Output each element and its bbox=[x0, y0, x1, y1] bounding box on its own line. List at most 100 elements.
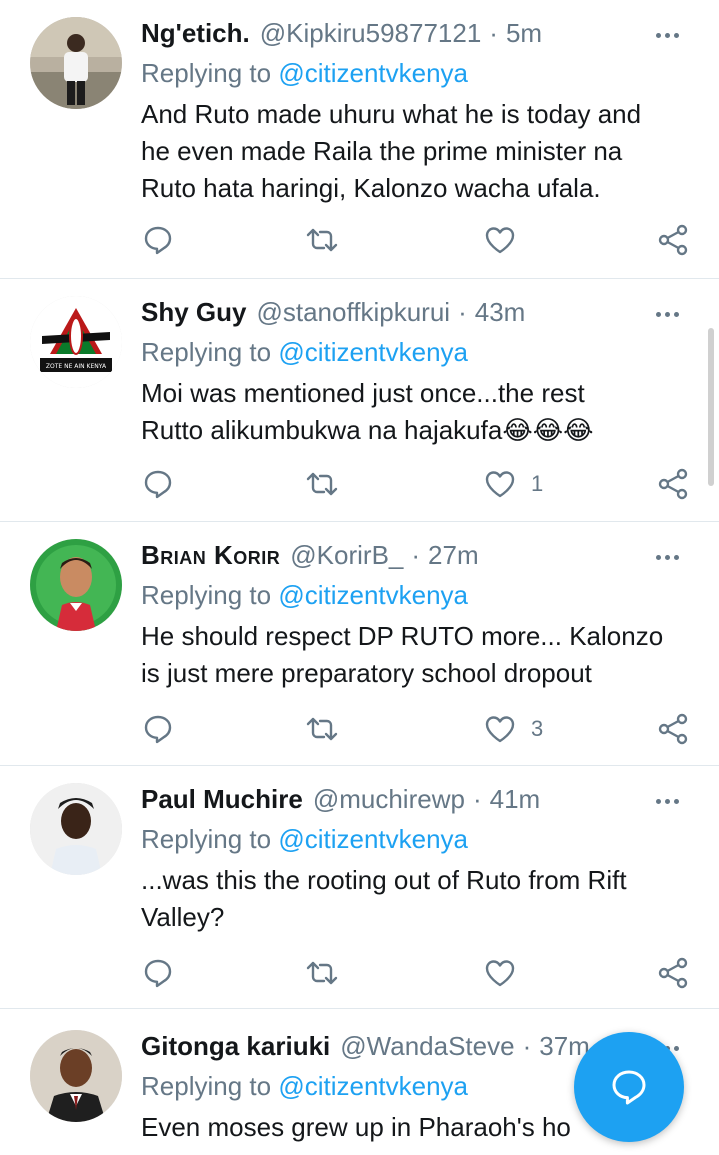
heart-icon bbox=[485, 716, 515, 743]
tweet-text: ...was this the rooting out of Ruto from… bbox=[141, 862, 699, 936]
reply-icon bbox=[144, 470, 172, 499]
replying-to-label: Replying to bbox=[141, 337, 272, 367]
like-button[interactable]: 3 bbox=[483, 709, 543, 749]
like-count: 3 bbox=[531, 716, 544, 741]
replying-to-link[interactable]: @citizentvkenya bbox=[278, 1071, 468, 1101]
reply-feed: Ng'etich. @Kipkiru59877121 · 5m Replying… bbox=[0, 0, 719, 1155]
avatar[interactable]: ZOTE NE AIN KENYA bbox=[30, 296, 122, 388]
heart-icon bbox=[485, 960, 515, 987]
display-name[interactable]: Paul Muchire bbox=[141, 782, 303, 816]
avatar[interactable] bbox=[30, 783, 122, 875]
reply-button[interactable] bbox=[141, 220, 189, 260]
tweet-text-line: Ruto hata haringi, Kalonzo wacha ufala. bbox=[141, 173, 601, 203]
timestamp[interactable]: 43m bbox=[475, 295, 526, 329]
like-button[interactable]: 1 bbox=[483, 464, 543, 504]
timestamp[interactable]: 41m bbox=[490, 782, 541, 816]
replying-to-label: Replying to bbox=[141, 1071, 272, 1101]
tweet-actions: 1 bbox=[141, 464, 701, 504]
share-button[interactable] bbox=[656, 709, 690, 749]
separator-dot: · bbox=[411, 540, 421, 570]
like-count: 1 bbox=[531, 471, 544, 496]
user-handle[interactable]: @stanoffkipkurui bbox=[256, 295, 450, 329]
tweet-text: Moi was mentioned just once...the rest R… bbox=[141, 375, 699, 449]
more-icon[interactable] bbox=[647, 786, 687, 816]
replying-to-link[interactable]: @citizentvkenya bbox=[278, 58, 468, 88]
retweet-button[interactable] bbox=[305, 709, 353, 749]
reply-button[interactable] bbox=[141, 464, 189, 504]
retweet-icon bbox=[306, 472, 338, 496]
share-icon bbox=[658, 468, 688, 500]
heart-icon bbox=[485, 227, 515, 254]
separator-dot: · bbox=[522, 1031, 532, 1061]
reply-icon bbox=[144, 226, 172, 255]
scrollbar[interactable] bbox=[708, 328, 714, 486]
user-handle[interactable]: @WandaSteve bbox=[340, 1029, 514, 1063]
retweet-button[interactable] bbox=[305, 953, 353, 993]
tweet-header: Paul Muchire @muchirewp · 41m bbox=[141, 782, 699, 822]
tweet-header: Shy Guy @stanoffkipkurui · 43m bbox=[141, 295, 699, 335]
more-icon[interactable] bbox=[647, 20, 687, 50]
share-button[interactable] bbox=[656, 220, 690, 260]
replying-to-link[interactable]: @citizentvkenya bbox=[278, 580, 468, 610]
display-name[interactable]: Brian Korir bbox=[141, 538, 280, 572]
tweet-text-line: Valley? bbox=[141, 902, 225, 932]
timestamp[interactable]: 27m bbox=[428, 538, 479, 572]
replying-to-label: Replying to bbox=[141, 58, 272, 88]
tweet[interactable]: Ng'etich. @Kipkiru59877121 · 5m Replying… bbox=[0, 0, 719, 279]
like-button[interactable] bbox=[483, 220, 531, 260]
tweet-header: Ng'etich. @Kipkiru59877121 · 5m bbox=[141, 16, 699, 56]
tweet-text: And Ruto made uhuru what he is today and… bbox=[141, 96, 699, 207]
user-handle[interactable]: @KorirB_ bbox=[290, 538, 403, 572]
tweet[interactable]: Paul Muchire @muchirewp · 41m Replying t… bbox=[0, 766, 719, 1009]
like-button[interactable] bbox=[483, 953, 531, 993]
display-name[interactable]: Ng'etich. bbox=[141, 16, 250, 50]
tweet-text-line: He should respect DP RUTO more... Kalonz… bbox=[141, 621, 664, 651]
share-icon bbox=[658, 224, 688, 256]
replying-to: Replying to @citizentvkenya bbox=[141, 822, 699, 862]
compose-reply-button[interactable] bbox=[574, 1032, 684, 1142]
tweet-text-line: is just mere preparatory school dropout bbox=[141, 658, 592, 688]
replying-to-link[interactable]: @citizentvkenya bbox=[278, 824, 468, 854]
tweet-header: Brian Korir @KorirB_ · 27m bbox=[141, 538, 699, 578]
reply-icon bbox=[144, 715, 172, 744]
share-icon bbox=[658, 957, 688, 989]
tweet[interactable]: Brian Korir @KorirB_ · 27m Replying to @… bbox=[0, 522, 719, 766]
share-button[interactable] bbox=[656, 953, 690, 993]
tweet-text-line: ...was this the rooting out of Ruto from… bbox=[141, 865, 627, 895]
replying-to-label: Replying to bbox=[141, 580, 272, 610]
replying-to-label: Replying to bbox=[141, 824, 272, 854]
retweet-button[interactable] bbox=[305, 220, 353, 260]
tweet-actions bbox=[141, 953, 701, 993]
retweet-button[interactable] bbox=[305, 464, 353, 504]
user-handle[interactable]: @muchirewp bbox=[313, 782, 465, 816]
retweet-icon bbox=[306, 961, 338, 985]
avatar[interactable] bbox=[30, 1030, 122, 1122]
display-name[interactable]: Shy Guy bbox=[141, 295, 246, 329]
heart-icon bbox=[485, 471, 515, 498]
replying-to-link[interactable]: @citizentvkenya bbox=[278, 337, 468, 367]
timestamp[interactable]: 5m bbox=[506, 16, 542, 50]
more-icon[interactable] bbox=[647, 542, 687, 572]
tweet-text-line: And Ruto made uhuru what he is today and bbox=[141, 99, 642, 129]
avatar[interactable] bbox=[30, 17, 122, 109]
share-icon bbox=[658, 713, 688, 745]
share-button[interactable] bbox=[656, 464, 690, 504]
display-name[interactable]: Gitonga kariuki bbox=[141, 1029, 330, 1063]
tweet-actions bbox=[141, 220, 701, 260]
replying-to: Replying to @citizentvkenya bbox=[141, 56, 699, 96]
separator-dot: · bbox=[489, 18, 498, 48]
retweet-icon bbox=[306, 717, 338, 741]
retweet-icon bbox=[306, 228, 338, 252]
tweet-text-line: he even made Raila the prime minister na bbox=[141, 136, 623, 166]
avatar[interactable] bbox=[30, 539, 122, 631]
reply-button[interactable] bbox=[141, 953, 189, 993]
reply-button[interactable] bbox=[141, 709, 189, 749]
more-icon[interactable] bbox=[647, 299, 687, 329]
separator-dot: · bbox=[458, 297, 467, 327]
tweet-text-line: Moi was mentioned just once...the rest bbox=[141, 378, 585, 408]
tweet[interactable]: ZOTE NE AIN KENYA Shy Guy @stanoffkipkur… bbox=[0, 279, 719, 522]
replying-to: Replying to @citizentvkenya bbox=[141, 335, 699, 375]
user-handle[interactable]: @Kipkiru59877121 bbox=[260, 16, 482, 50]
tweet-actions: 3 bbox=[141, 709, 701, 749]
replying-to: Replying to @citizentvkenya bbox=[141, 578, 699, 618]
